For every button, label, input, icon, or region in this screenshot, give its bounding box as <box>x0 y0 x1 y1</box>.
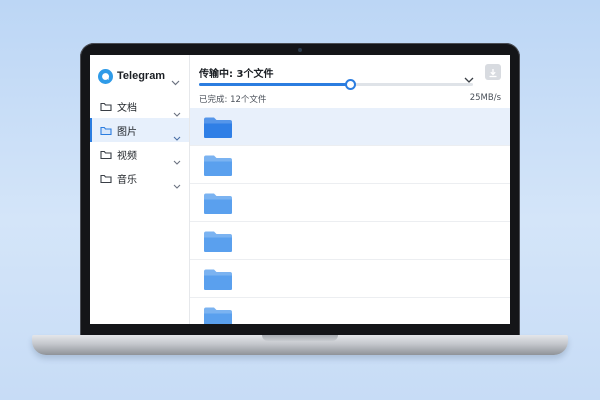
sidebar-item-label: 音乐 <box>117 174 137 186</box>
folder-outline-icon <box>100 169 112 188</box>
file-list <box>190 108 510 324</box>
completed-count: 已完成: 12个文件 <box>199 95 267 105</box>
sidebar-nav: 文档 图片 视频 音乐 <box>90 94 189 190</box>
folder-icon <box>203 268 233 295</box>
folder-outline-icon <box>100 145 112 164</box>
sidebar-item-music[interactable]: 音乐 <box>90 166 189 190</box>
transfer-speed: 25MB/s <box>469 93 501 103</box>
chevron-down-icon[interactable] <box>171 71 180 90</box>
download-button[interactable] <box>485 64 501 80</box>
file-row[interactable] <box>190 222 510 260</box>
transfer-status-title: 传输中: 3个文件 <box>199 69 274 80</box>
sidebar-item-label: 文档 <box>117 102 137 114</box>
progress-fill <box>199 83 350 86</box>
download-icon <box>488 63 498 82</box>
telegram-logo-icon <box>98 68 113 84</box>
folder-icon <box>203 192 233 219</box>
sidebar-item-label: 视频 <box>117 150 137 162</box>
folder-outline-icon <box>100 97 112 116</box>
main-panel: 传输中: 3个文件 已完成: 12个文件 25MB/s <box>190 55 510 324</box>
folder-icon <box>203 306 233 324</box>
folder-outline-icon <box>100 121 112 140</box>
file-row[interactable] <box>190 108 510 146</box>
brand-name: Telegram <box>117 70 166 82</box>
folder-icon <box>203 154 233 181</box>
app-window: Telegram 文档 图片 视频 音乐 传输中: 3个文件 已完成: 12个文… <box>90 55 510 324</box>
sidebar-item-label: 图片 <box>117 126 137 138</box>
file-row[interactable] <box>190 298 510 324</box>
chevron-down-icon[interactable] <box>173 174 181 193</box>
file-row[interactable] <box>190 260 510 298</box>
progress-thumb[interactable] <box>344 79 356 90</box>
camera-dot <box>298 48 302 52</box>
progress-bar[interactable] <box>199 79 473 90</box>
file-row[interactable] <box>190 146 510 184</box>
file-row[interactable] <box>190 184 510 222</box>
laptop-base-notch <box>262 335 338 341</box>
brand[interactable]: Telegram <box>98 67 186 86</box>
sidebar: Telegram 文档 图片 视频 音乐 <box>90 55 190 324</box>
folder-icon <box>203 116 233 143</box>
sidebar-item-images[interactable]: 图片 <box>90 118 189 142</box>
sidebar-item-documents[interactable]: 文档 <box>90 94 189 118</box>
sidebar-item-videos[interactable]: 视频 <box>90 142 189 166</box>
folder-icon <box>203 230 233 257</box>
